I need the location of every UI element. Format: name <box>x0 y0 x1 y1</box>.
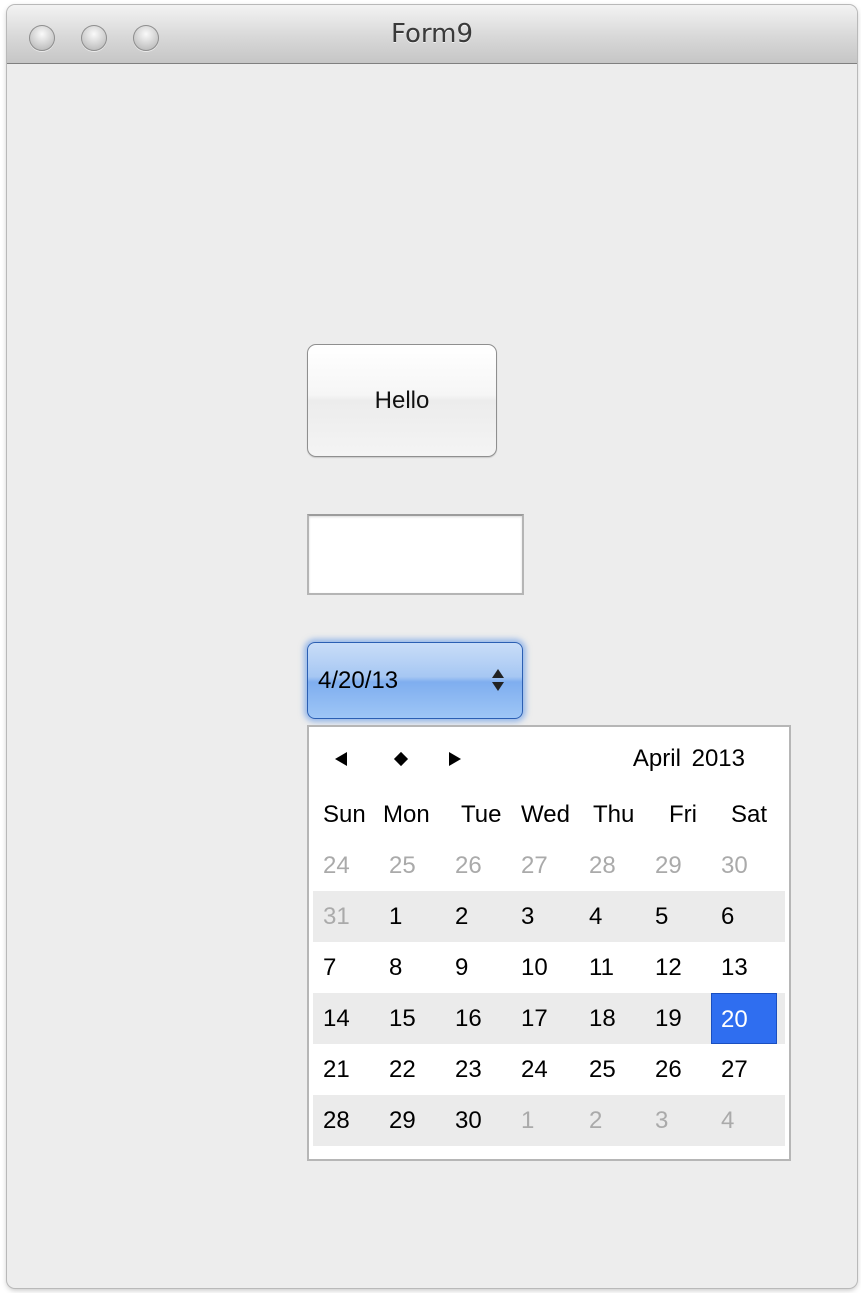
calendar-day[interactable]: 8 <box>389 942 402 993</box>
calendar-nav: April 2013 <box>309 727 789 789</box>
calendar-day[interactable]: 4 <box>589 891 602 942</box>
calendar-week-row: 28 29 30 1 2 3 4 <box>313 1095 785 1146</box>
calendar-day[interactable]: 24 <box>323 840 350 891</box>
calendar-week-row: 24 25 26 27 28 29 30 <box>313 840 785 891</box>
month-year-label: April 2013 <box>632 745 745 772</box>
weekday-label: Mon <box>383 801 430 828</box>
calendar-day[interactable]: 5 <box>655 891 668 942</box>
calendar-day[interactable]: 9 <box>455 942 468 993</box>
calendar-day[interactable]: 10 <box>521 942 548 993</box>
weekday-label: Wed <box>521 801 570 828</box>
calendar-popup: April 2013 Sun Mon Tue Wed Thu Fri Sat 24 25 26 2… <box>307 725 791 1161</box>
text-field[interactable] <box>307 514 524 595</box>
calendar-day-selected[interactable]: 20 <box>711 993 777 1044</box>
calendar-day[interactable]: 1 <box>389 891 402 942</box>
calendar-day[interactable]: 25 <box>389 840 416 891</box>
calendar-day[interactable]: 27 <box>521 840 548 891</box>
calendar-day[interactable]: 6 <box>721 891 734 942</box>
calendar-day[interactable]: 28 <box>589 840 616 891</box>
date-edit[interactable]: 4/20/13 <box>307 642 523 719</box>
calendar-day[interactable]: 4 <box>721 1095 734 1146</box>
calendar-day[interactable]: 11 <box>589 942 614 993</box>
calendar-day[interactable]: 30 <box>721 840 748 891</box>
diamond-icon <box>393 751 409 767</box>
hello-button[interactable]: Hello <box>307 344 497 457</box>
calendar-day[interactable]: 13 <box>721 942 748 993</box>
calendar-day[interactable]: 29 <box>655 840 682 891</box>
weekday-label: Fri <box>669 801 697 828</box>
calendar-day[interactable]: 2 <box>455 891 468 942</box>
calendar-day[interactable]: 23 <box>455 1044 482 1095</box>
calendar-week-row: 7 8 9 10 11 12 13 <box>313 942 785 993</box>
spin-down-icon[interactable] <box>492 682 504 691</box>
triangle-left-icon <box>335 752 347 766</box>
calendar-day[interactable]: 17 <box>521 993 548 1044</box>
calendar-day[interactable]: 30 <box>455 1095 482 1146</box>
calendar-day[interactable]: 24 <box>521 1044 548 1095</box>
calendar-day[interactable]: 27 <box>721 1044 748 1095</box>
calendar-day[interactable]: 28 <box>323 1095 350 1146</box>
spin-up-icon[interactable] <box>492 669 504 678</box>
calendar-week-row: 21 22 23 24 25 26 27 <box>313 1044 785 1095</box>
calendar-day[interactable]: 16 <box>455 993 482 1044</box>
date-spinner[interactable] <box>492 665 506 695</box>
weekday-label: Sat <box>731 801 768 828</box>
calendar-day[interactable]: 14 <box>323 993 350 1044</box>
calendar-day[interactable]: 26 <box>455 840 482 891</box>
calendar-day[interactable]: 21 <box>323 1044 350 1095</box>
title-bar[interactable]: Form9 <box>7 5 857 64</box>
calendar-week-row: 31 1 2 3 4 5 6 <box>313 891 785 942</box>
next-month-button[interactable] <box>443 747 467 771</box>
calendar-day[interactable]: 12 <box>655 942 682 993</box>
calendar-day[interactable]: 26 <box>655 1044 682 1095</box>
calendar-day[interactable]: 1 <box>521 1095 534 1146</box>
today-button[interactable] <box>389 747 413 771</box>
calendar-day[interactable]: 29 <box>389 1095 416 1146</box>
calendar-day[interactable]: 19 <box>655 993 682 1044</box>
calendar-day[interactable]: 31 <box>323 891 350 942</box>
calendar-day[interactable]: 22 <box>389 1044 416 1095</box>
calendar-day[interactable]: 15 <box>389 993 416 1044</box>
calendar-week-row: 14 15 16 17 18 19 20 <box>313 993 785 1044</box>
calendar-day[interactable]: 18 <box>589 993 616 1044</box>
weekday-label: Sun <box>323 801 366 828</box>
prev-month-button[interactable] <box>329 747 353 771</box>
weekday-label: Tue <box>461 801 502 828</box>
calendar-day[interactable]: 25 <box>589 1044 616 1095</box>
weekday-label: Thu <box>593 801 635 828</box>
weekday-header: Sun Mon Tue Wed Thu Fri Sat <box>313 789 785 840</box>
app-window: Form9 Hello 4/20/13 April 2013 Sun Mon Tue… <box>7 5 857 1288</box>
triangle-right-icon <box>449 752 461 766</box>
window-title: Form9 <box>390 19 474 49</box>
date-edit-value: 4/20/13 <box>318 667 399 694</box>
calendar-day[interactable]: 2 <box>589 1095 602 1146</box>
calendar-day[interactable]: 3 <box>655 1095 668 1146</box>
calendar-day[interactable]: 7 <box>323 942 336 993</box>
calendar-day[interactable]: 3 <box>521 891 534 942</box>
